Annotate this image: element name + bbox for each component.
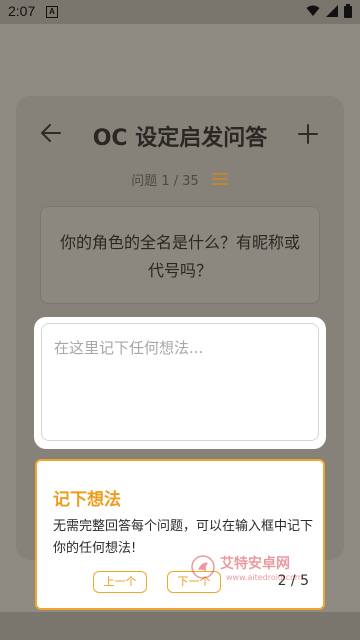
menu-icon[interactable] (212, 172, 228, 186)
question-text: 你的角色的全名是什么？有昵称或代号吗？ (59, 233, 300, 280)
watermark: 艾特安卓网 www.aitedroid.com (190, 551, 310, 585)
question-box: 你的角色的全名是什么？有昵称或代号吗？ (40, 206, 320, 304)
watermark-text: 艾特安卓网 (220, 556, 290, 572)
question-counter: 问题 1 / 35 (131, 174, 199, 189)
status-time: 2:07 (8, 3, 36, 19)
navigation-bar (0, 612, 360, 640)
previous-button[interactable]: 上一个 (93, 571, 147, 593)
page-title: OC 设定启发问答 (92, 126, 268, 151)
back-arrow-icon[interactable] (40, 122, 62, 144)
add-icon[interactable] (296, 122, 320, 146)
thoughts-input[interactable] (41, 323, 319, 441)
watermark-url: www.aitedroid.com (226, 573, 303, 582)
bird-logo-icon (191, 555, 215, 579)
guide-tip-card: 记下想法 无需完整回答每个问题，可以在输入框中记下你的任何想法! 上一个 下一个… (35, 459, 325, 610)
status-bar: 2:07 A (0, 0, 360, 24)
battery-icon (344, 4, 352, 18)
signal-icon (326, 5, 338, 17)
status-icons (306, 4, 352, 18)
tip-title: 记下想法 (53, 490, 121, 510)
wifi-icon (306, 5, 320, 16)
notification-icon: A (46, 6, 58, 18)
